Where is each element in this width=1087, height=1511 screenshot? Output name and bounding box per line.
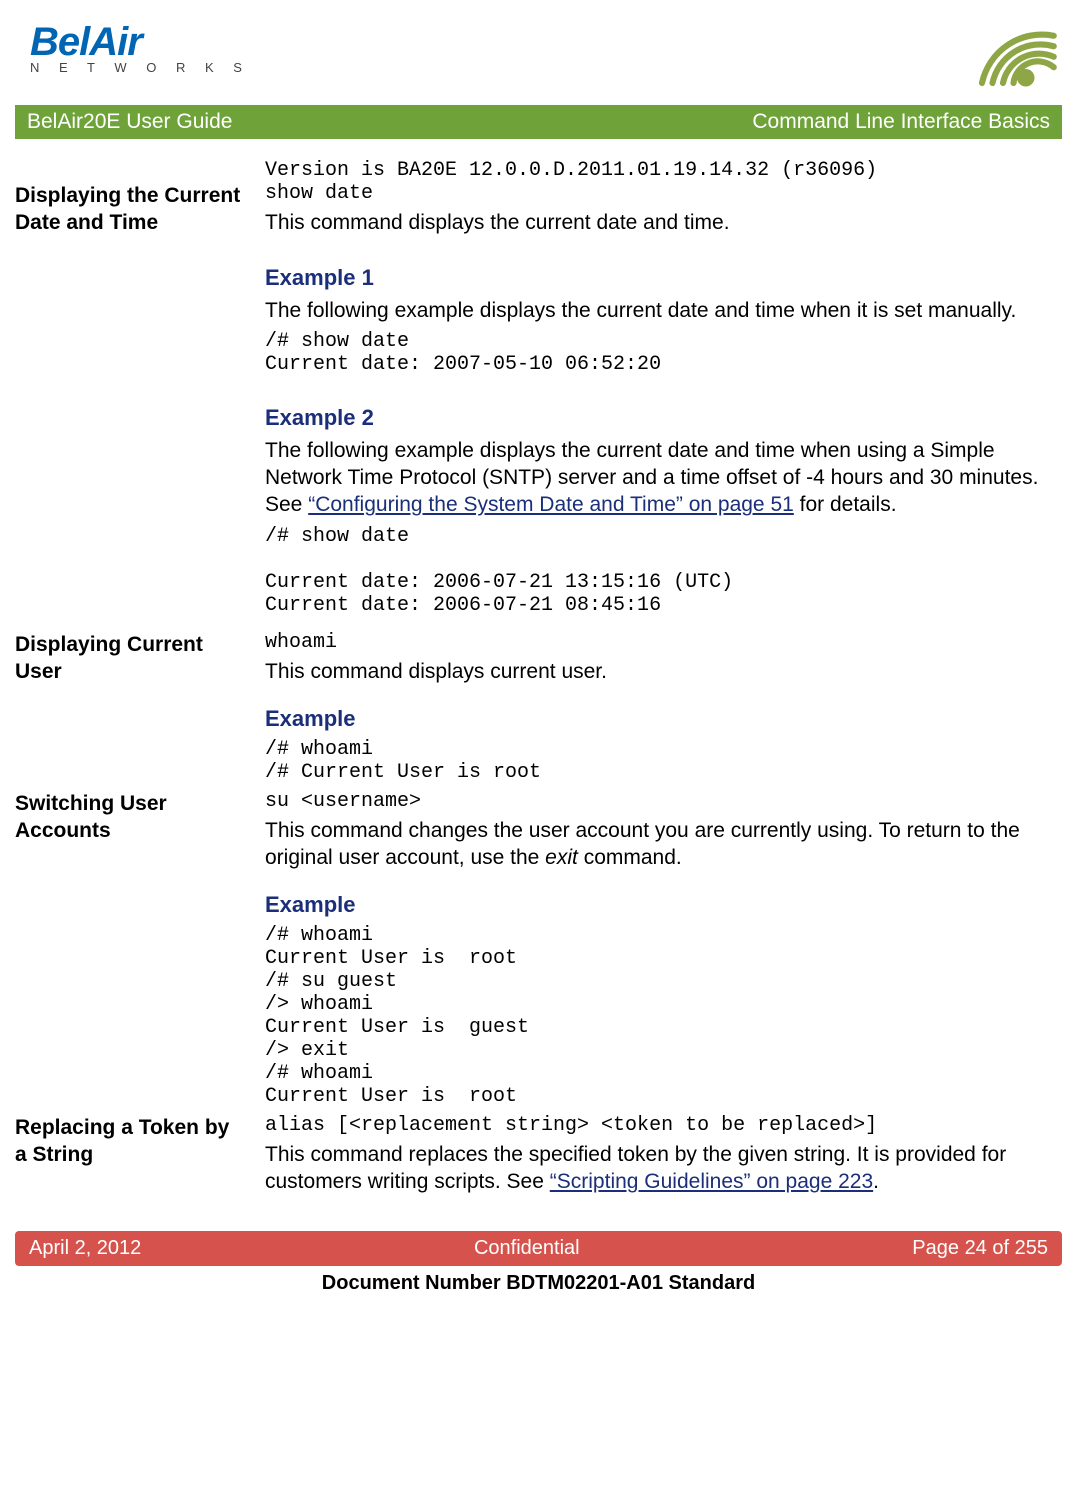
cmd-alias: alias [<replacement string> <token to be… xyxy=(265,1114,1062,1137)
switch-example-title: Example xyxy=(265,891,1062,920)
side-heading-switch: Switching User Accounts xyxy=(15,790,255,1114)
footer-confidential: Confidential xyxy=(474,1237,580,1260)
cmd-show-date: show date xyxy=(265,182,1062,205)
link-scripting-guidelines[interactable]: “Scripting Guidelines” on page 223 xyxy=(550,1170,873,1193)
desc-su-post: command. xyxy=(578,846,682,869)
example2-desc-post: for details. xyxy=(794,493,897,516)
logo-bottom: N E T W O R K S xyxy=(30,60,250,75)
example1-code: /# show date Current date: 2007-05-10 06… xyxy=(265,330,1062,376)
example2-desc: The following example displays the curre… xyxy=(265,437,1062,519)
desc-show-date: This command displays the current date a… xyxy=(265,209,1062,236)
document-number: Document Number BDTM02201-A01 Standard xyxy=(15,1272,1062,1295)
footer-page: Page 24 of 255 xyxy=(912,1237,1048,1260)
side-heading-user: Displaying Current User xyxy=(15,631,255,790)
example2-title: Example 2 xyxy=(265,404,1062,433)
desc-su-exit: exit xyxy=(545,846,578,869)
cmd-su: su <username> xyxy=(265,790,1062,813)
spacer xyxy=(15,159,255,182)
logo: BelAir N E T W O R K S xyxy=(15,20,250,75)
title-bar: BelAir20E User Guide Command Line Interf… xyxy=(15,105,1062,139)
desc-alias-post: . xyxy=(873,1170,879,1193)
network-arc-icon xyxy=(972,20,1062,95)
page-header: BelAir N E T W O R K S xyxy=(15,20,1062,95)
desc-alias: This command replaces the specified toke… xyxy=(265,1141,1062,1196)
logo-top: BelAir xyxy=(30,20,250,65)
desc-whoami: This command displays current user. xyxy=(265,658,1062,685)
title-left: BelAir20E User Guide xyxy=(27,110,232,134)
side-heading-alias: Replacing a Token by a String xyxy=(15,1114,255,1202)
footer-date: April 2, 2012 xyxy=(29,1237,141,1260)
spacer xyxy=(15,623,255,631)
example2-code: /# show date Current date: 2006-07-21 13… xyxy=(265,525,1062,617)
link-config-date-time[interactable]: “Configuring the System Date and Time” o… xyxy=(308,493,794,516)
user-example-title: Example xyxy=(265,705,1062,734)
side-heading-datetime: Displaying the Current Date and Time xyxy=(15,182,255,623)
spacer xyxy=(265,623,1062,631)
user-example-code: /# whoami /# Current User is root xyxy=(265,738,1062,784)
footer-bar: April 2, 2012 Confidential Page 24 of 25… xyxy=(15,1231,1062,1266)
title-right: Command Line Interface Basics xyxy=(752,110,1050,134)
version-line: Version is BA20E 12.0.0.D.2011.01.19.14.… xyxy=(265,159,1062,182)
cmd-whoami: whoami xyxy=(265,631,1062,654)
example1-desc: The following example displays the curre… xyxy=(265,297,1062,324)
desc-su: This command changes the user account yo… xyxy=(265,817,1062,872)
example1-title: Example 1 xyxy=(265,264,1062,293)
switch-example-code: /# whoami Current User is root /# su gue… xyxy=(265,924,1062,1108)
